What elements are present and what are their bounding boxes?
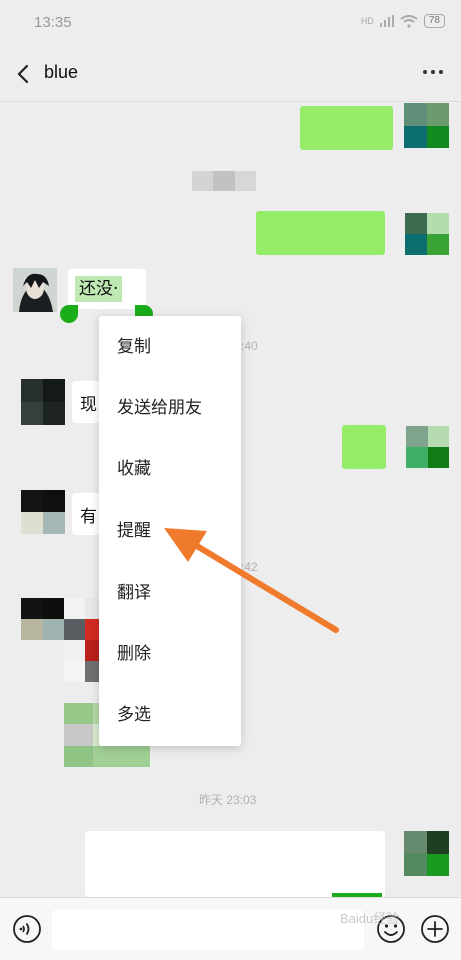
chat-header: blue: [0, 46, 461, 102]
self-avatar[interactable]: [404, 103, 449, 148]
voice-icon[interactable]: [11, 913, 43, 945]
menu-item-delete[interactable]: 删除: [117, 639, 151, 669]
wifi-icon: [400, 14, 418, 28]
sent-message-bubble[interactable]: [256, 211, 385, 255]
menu-item-forward[interactable]: 发送给朋友: [117, 393, 202, 423]
self-avatar[interactable]: [405, 213, 449, 255]
self-avatar[interactable]: [404, 831, 449, 876]
message-context-menu: 复制 发送给朋友 收藏 提醒 翻译 删除 多选: [99, 316, 241, 746]
message-text: 现: [80, 395, 97, 415]
chat-title: blue: [44, 62, 79, 82]
message-input[interactable]: [52, 910, 364, 950]
battery-icon: 78: [423, 14, 445, 28]
signal-icon: [379, 15, 394, 27]
status-icons: HD 78: [361, 14, 445, 28]
chevron-left-icon[interactable]: [10, 60, 38, 88]
contact-avatar[interactable]: [13, 268, 57, 312]
menu-item-remind[interactable]: 提醒: [117, 516, 151, 546]
plus-icon[interactable]: [419, 913, 451, 945]
selection-start-handle[interactable]: [60, 305, 78, 323]
menu-item-multiselect[interactable]: 多选: [117, 700, 151, 730]
hd-label: HD: [360, 16, 374, 26]
message-input-bar: [0, 897, 461, 960]
self-avatar[interactable]: [406, 426, 449, 468]
menu-item-favorite[interactable]: 收藏: [117, 454, 151, 484]
timestamp: 昨天 23:03: [199, 793, 257, 807]
message-text: 有: [80, 507, 97, 527]
menu-item-translate[interactable]: 翻译: [117, 578, 151, 608]
selected-text[interactable]: 还没·: [75, 276, 123, 302]
blurred-timestamp: [192, 171, 256, 191]
contact-avatar[interactable]: [21, 379, 65, 425]
contact-avatar[interactable]: [21, 598, 65, 640]
status-time: 13:35: [34, 14, 72, 31]
timestamp: :42: [241, 560, 258, 574]
sent-card-message[interactable]: [85, 831, 385, 897]
sent-message-bubble[interactable]: [300, 106, 393, 150]
status-bar: 13:35 HD 78: [0, 0, 461, 46]
ellipsis-icon[interactable]: [423, 70, 443, 74]
menu-item-copy[interactable]: 复制: [117, 332, 151, 362]
contact-avatar[interactable]: [21, 490, 65, 534]
sent-message-bubble[interactable]: [342, 425, 386, 469]
timestamp: :40: [241, 339, 258, 353]
watermark: Baidu经验: [340, 911, 400, 926]
